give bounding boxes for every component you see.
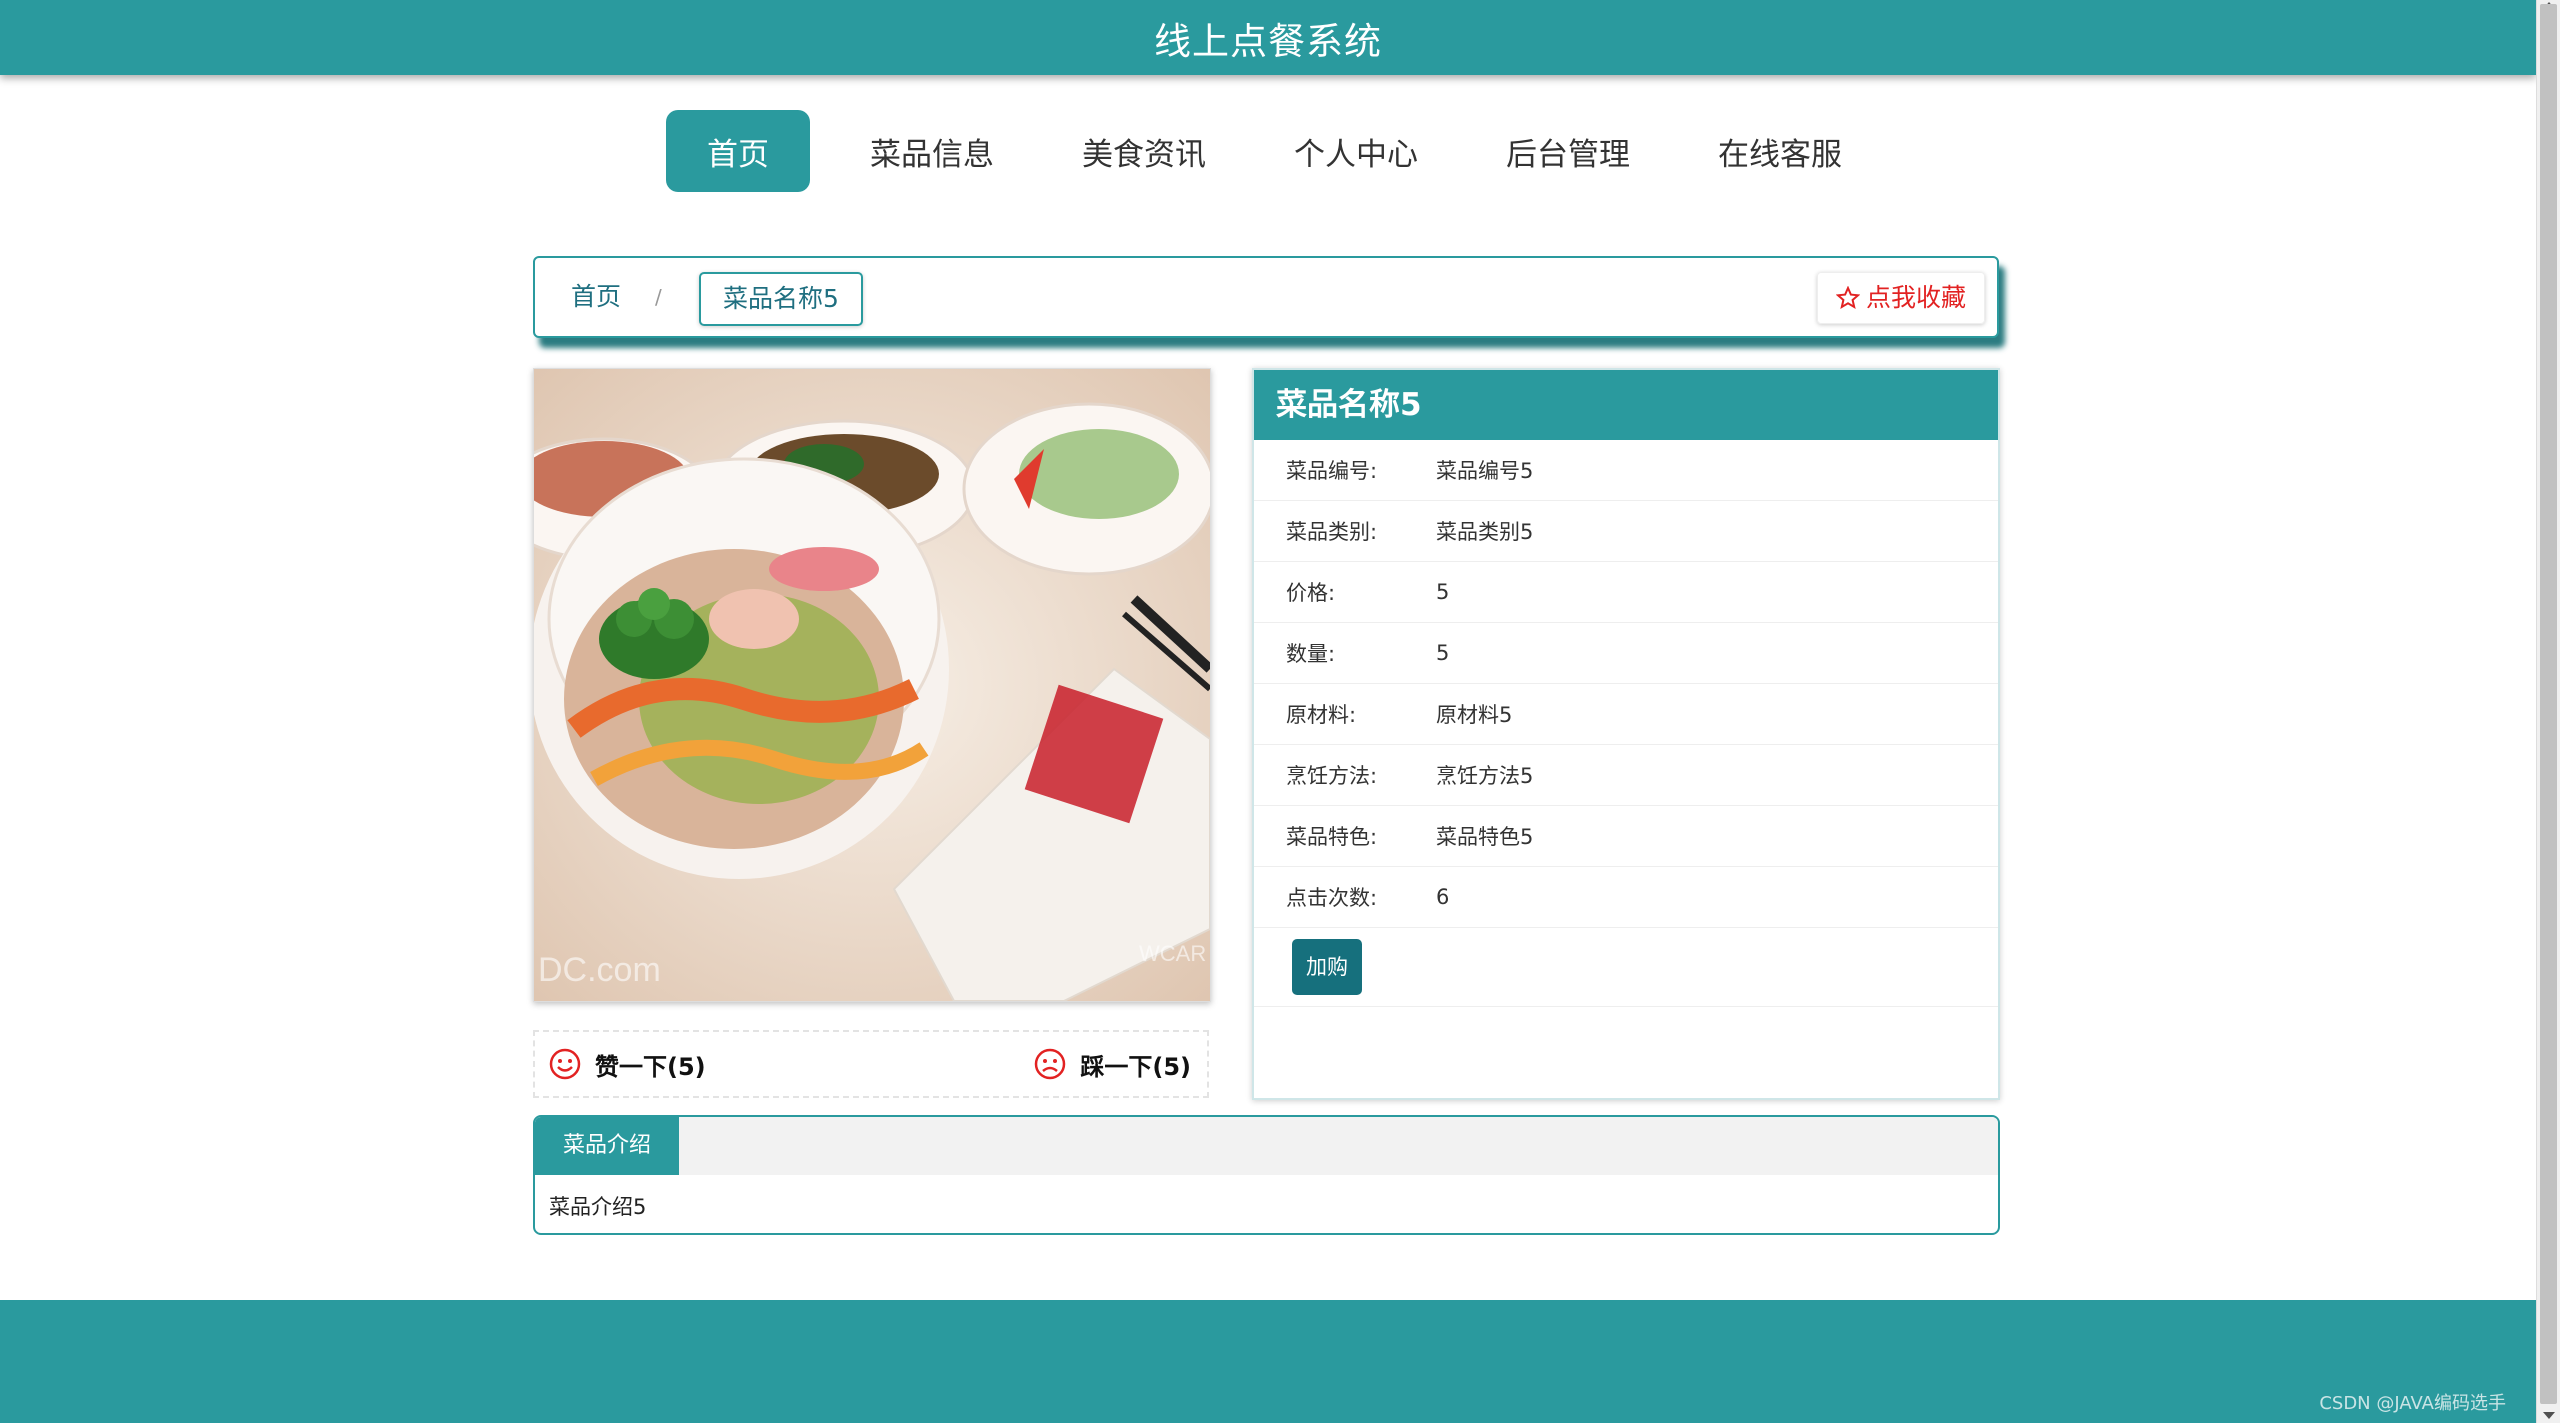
- detail-key: 原材料:: [1286, 703, 1357, 727]
- nav-item-admin[interactable]: 后台管理: [1478, 110, 1658, 192]
- detail-value: 原材料5: [1436, 703, 1513, 727]
- detail-key: 点击次数:: [1286, 886, 1378, 910]
- dislike-button[interactable]: 踩一下(5): [1034, 1032, 1191, 1096]
- footer-bar: CSDN @JAVA编码选手: [0, 1300, 2536, 1423]
- detail-actions: 加购: [1254, 928, 1998, 1007]
- nav-item-dishes[interactable]: 菜品信息: [842, 110, 1022, 192]
- detail-value: 5: [1436, 641, 1450, 665]
- csdn-watermark: CSDN @JAVA编码选手: [2319, 1393, 2506, 1414]
- star-outline-icon: [1835, 286, 1860, 310]
- detail-value: 5: [1436, 580, 1450, 604]
- breadcrumb: 首页 / 菜品名称5 点我收藏: [533, 256, 1999, 338]
- detail-value: 菜品类别5: [1436, 520, 1534, 544]
- detail-key: 价格:: [1286, 581, 1336, 605]
- main-nav: 首页 菜品信息 美食资讯 个人中心 后台管理 在线客服: [0, 110, 2536, 192]
- dish-image: DC.com WCAR: [533, 368, 1211, 1002]
- favorite-label: 点我收藏: [1865, 283, 1966, 312]
- photo-watermark-right: WCAR: [1139, 941, 1206, 966]
- site-title: 线上点餐系统: [1154, 19, 1382, 63]
- nav-item-home[interactable]: 首页: [666, 110, 810, 192]
- nav-item-support[interactable]: 在线客服: [1690, 110, 1870, 192]
- like-button[interactable]: 赞一下(5): [549, 1032, 706, 1096]
- dish-intro-panel: 菜品介绍 菜品介绍5: [533, 1115, 2000, 1235]
- detail-row: 菜品特色: 菜品特色5: [1254, 806, 1998, 867]
- detail-row: 菜品类别: 菜品类别5: [1254, 501, 1998, 562]
- tab-dish-intro[interactable]: 菜品介绍: [535, 1117, 680, 1175]
- nav-item-food-news[interactable]: 美食资讯: [1054, 110, 1234, 192]
- dish-details-panel: 菜品名称5 菜品编号: 菜品编号5 菜品类别: 菜品类别5 价格: 5 数量: …: [1252, 368, 2000, 1100]
- breadcrumb-home-link[interactable]: 首页: [571, 258, 621, 336]
- frown-icon: [1035, 1048, 1066, 1080]
- dish-title: 菜品名称5: [1254, 370, 1998, 440]
- smile-icon: [549, 1048, 581, 1080]
- intro-content: 菜品介绍5: [549, 1195, 647, 1219]
- detail-row: 烹饪方法: 烹饪方法5: [1254, 745, 1998, 806]
- breadcrumb-current[interactable]: 菜品名称5: [699, 272, 863, 326]
- nav-item-profile[interactable]: 个人中心: [1266, 110, 1446, 192]
- detail-key: 菜品编号:: [1286, 459, 1378, 483]
- add-to-cart-button[interactable]: 加购: [1292, 939, 1362, 995]
- top-header-bar: 线上点餐系统: [0, 0, 2536, 75]
- detail-row: 价格: 5: [1254, 562, 1998, 623]
- detail-value: 菜品编号5: [1436, 459, 1534, 483]
- photo-watermark-left: DC.com: [538, 951, 661, 989]
- dish-photo: DC.com WCAR: [534, 369, 1210, 1001]
- detail-key: 菜品类别:: [1286, 520, 1378, 544]
- intro-tabs: 菜品介绍: [535, 1117, 1998, 1175]
- breadcrumb-separator: /: [655, 285, 662, 309]
- like-label: 赞一下(5): [595, 1052, 706, 1081]
- detail-row: 原材料: 原材料5: [1254, 684, 1998, 745]
- detail-key: 菜品特色:: [1286, 825, 1378, 849]
- detail-value: 6: [1436, 885, 1450, 909]
- detail-value: 菜品特色5: [1436, 825, 1534, 849]
- detail-key: 烹饪方法:: [1286, 764, 1378, 788]
- detail-row: 点击次数: 6: [1254, 867, 1998, 928]
- detail-key: 数量:: [1286, 642, 1336, 666]
- favorite-button[interactable]: 点我收藏: [1816, 272, 1985, 324]
- vertical-scrollbar[interactable]: [2536, 0, 2560, 1423]
- scroll-down-arrow-icon[interactable]: [2543, 1412, 2555, 1419]
- dislike-label: 踩一下(5): [1080, 1052, 1191, 1081]
- vote-row: 赞一下(5) 踩一下(5): [533, 1030, 1209, 1098]
- detail-row: 数量: 5: [1254, 623, 1998, 684]
- scrollbar-thumb[interactable]: [2540, 4, 2557, 1404]
- detail-row: 菜品编号: 菜品编号5: [1254, 440, 1998, 501]
- detail-value: 烹饪方法5: [1436, 764, 1534, 788]
